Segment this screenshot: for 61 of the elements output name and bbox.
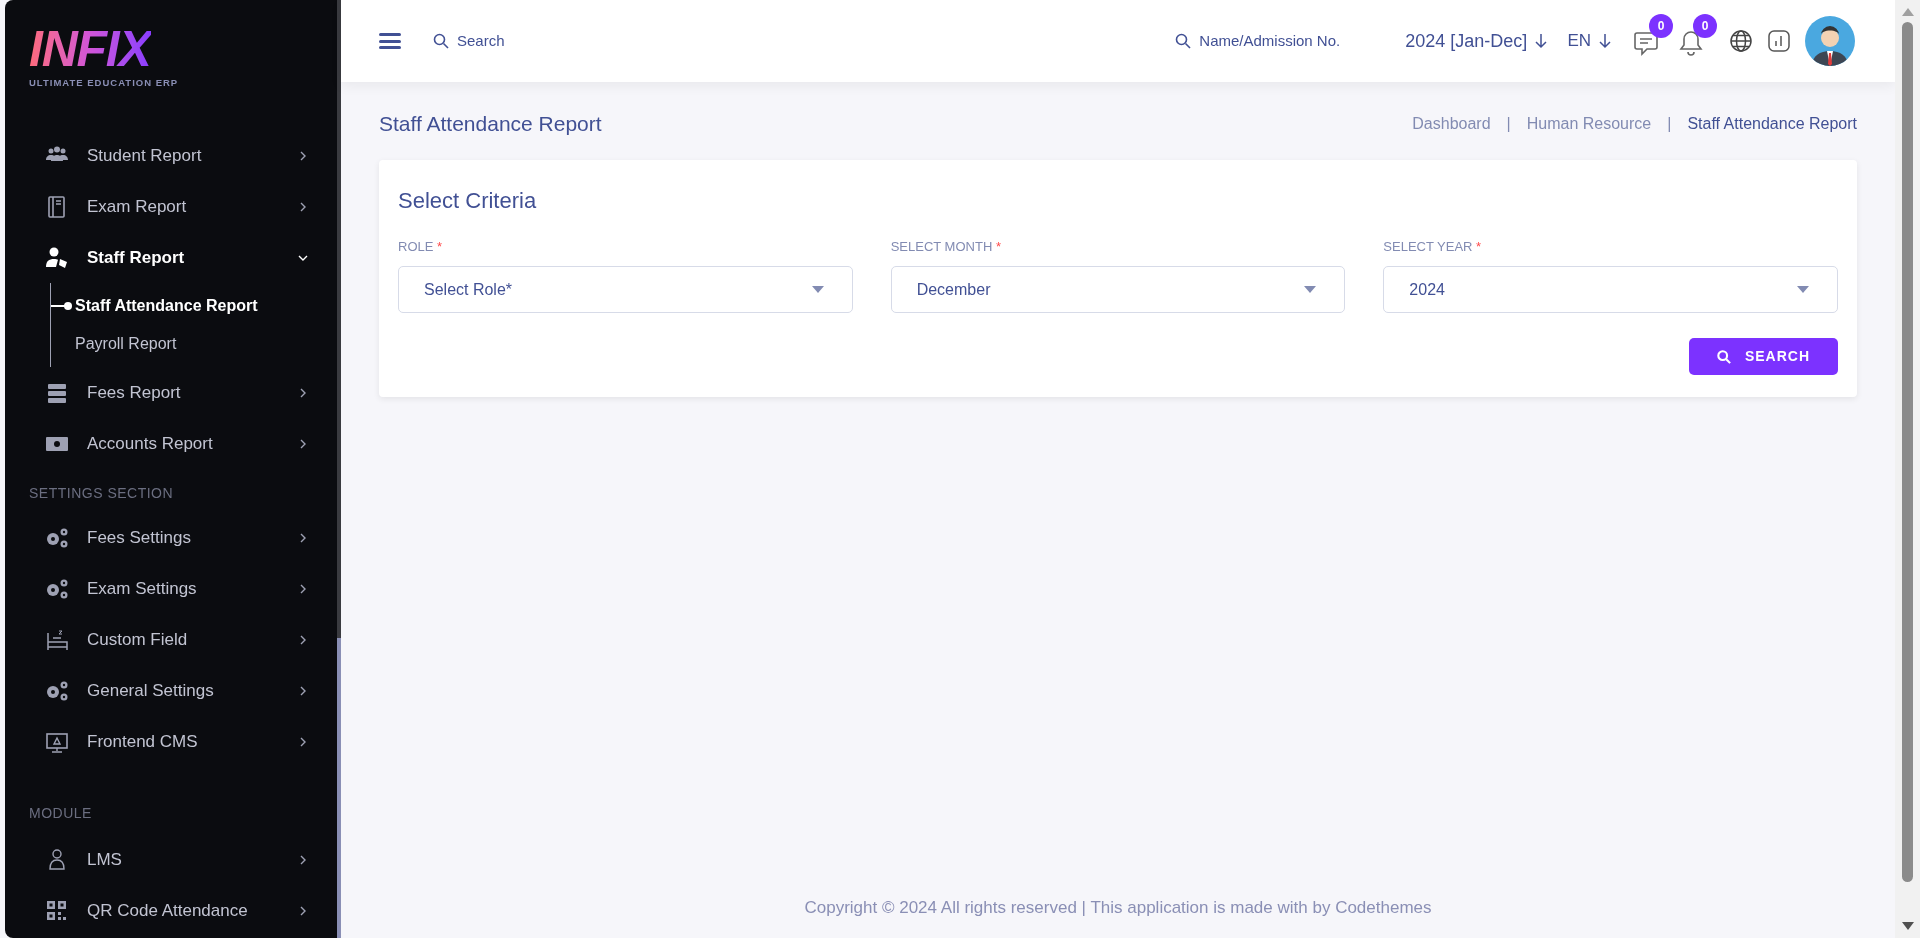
search-icon — [1716, 349, 1731, 364]
qr-code-icon — [45, 898, 69, 923]
globe-icon[interactable] — [1729, 29, 1753, 53]
language-dropdown[interactable]: EN — [1567, 28, 1611, 54]
search-icon — [433, 33, 449, 49]
search-icon — [1175, 33, 1192, 49]
count-badge: 0 — [1693, 14, 1717, 38]
field-label: ROLE * — [398, 237, 444, 256]
section-heading: SETTINGS SECTION — [28, 484, 175, 504]
sidebar-item[interactable]: Fees Settings — [5, 512, 337, 564]
select-dropdown[interactable]: Select Role* — [398, 266, 853, 313]
student-search-field[interactable]: Name/Admission No. — [1199, 29, 1370, 53]
count-badge: 0 — [1649, 14, 1673, 38]
submenu-item[interactable]: Staff Attendance Report — [51, 287, 337, 326]
breadcrumb-separator: | — [1506, 113, 1511, 134]
menu-icon[interactable] — [379, 31, 403, 51]
search-field[interactable]: Search — [457, 29, 707, 53]
sidebar-item[interactable]: Exam Report — [5, 181, 337, 233]
sidebar-scrollbar[interactable] — [337, 0, 341, 938]
copyright-text: Copyright © 2024 All rights reserved | This application is made with by Codethemes — [803, 896, 1433, 919]
field-label: SELECT YEAR * — [1383, 237, 1483, 256]
sidebar-item[interactable]: Fees Report — [5, 367, 337, 419]
sidebar-item[interactable]: Staff Report — [5, 232, 337, 284]
sidebar-item[interactable]: LMS — [5, 834, 337, 886]
page-scrollbar[interactable] — [1895, 0, 1920, 938]
messages-button[interactable]: 0 — [1633, 14, 1673, 56]
user-tag-icon — [45, 245, 69, 270]
field-label: SELECT MONTH * — [890, 237, 1002, 256]
session-dropdown[interactable]: 2024 [Jan-Dec] — [1405, 27, 1548, 55]
select-dropdown[interactable]: 2024 — [1383, 266, 1838, 313]
select-dropdown[interactable]: December — [890, 266, 1346, 313]
breadcrumb-current[interactable]: Staff Attendance Report — [1687, 111, 1857, 136]
bed-icon — [45, 627, 69, 652]
page-title: Staff Attendance Report — [379, 111, 602, 137]
sidebar-item[interactable]: Student Report — [5, 130, 337, 182]
sidebar-item[interactable]: QR Code Attendance — [5, 885, 337, 937]
chart-icon[interactable] — [1767, 29, 1791, 53]
caret-icon — [1797, 286, 1809, 293]
search-button[interactable]: SEARCH — [1689, 338, 1838, 375]
submenu-item[interactable]: Payroll Report — [51, 325, 337, 364]
scroll-down-icon[interactable] — [1901, 922, 1914, 930]
sidebar-scrollbar-thumb[interactable] — [337, 638, 341, 938]
sidebar-item[interactable]: General Settings — [5, 665, 337, 717]
active-marker-icon — [51, 301, 73, 312]
arrow-down-icon — [1599, 33, 1611, 49]
avatar[interactable] — [1805, 16, 1855, 66]
breadcrumb-separator: | — [1667, 113, 1672, 134]
card-title: Select Criteria — [398, 186, 538, 215]
arrow-down-icon — [1535, 33, 1548, 49]
caret-icon — [1304, 286, 1317, 293]
logo-tagline: ULTIMATE EDUCATION ERP — [29, 76, 179, 90]
bell-icon — [1679, 30, 1703, 56]
caret-icon — [811, 286, 824, 293]
sidebar-item[interactable]: Custom Field — [5, 614, 337, 666]
sidebar-item[interactable]: Accounts Report — [5, 418, 337, 470]
section-heading: MODULE — [28, 804, 93, 824]
chat-icon — [1633, 30, 1659, 56]
notifications-button[interactable]: 0 — [1679, 14, 1717, 56]
sidebar-item[interactable]: Exam Settings — [5, 563, 337, 615]
sidebar-item[interactable]: Frontend CMS — [5, 716, 337, 768]
scrollbar-thumb[interactable] — [1902, 22, 1913, 882]
